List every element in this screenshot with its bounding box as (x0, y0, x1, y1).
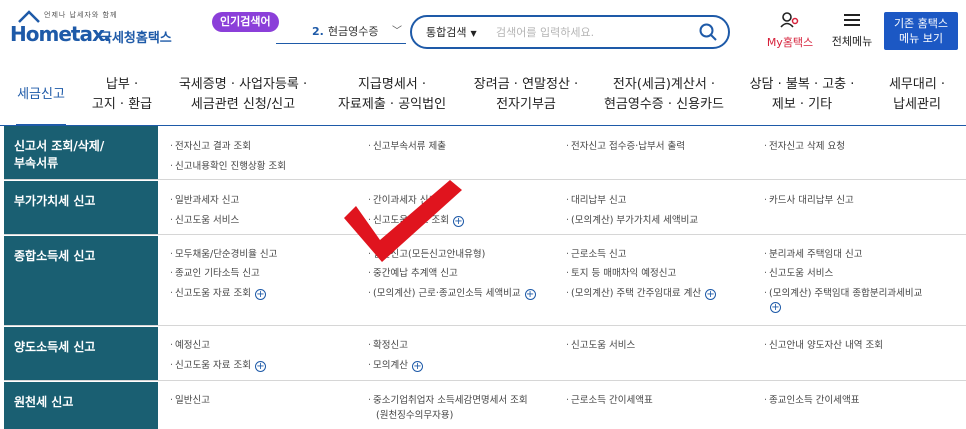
search-input[interactable] (496, 22, 686, 42)
logo-brand: Hometax. (10, 22, 111, 46)
menu-row: 종합소득세 신고 모두채움/단순경비율 신고 일반신고(모든신고안내유형) 근로… (4, 236, 966, 326)
link-general-taxpayer[interactable]: 일반과세자 신고 (170, 194, 239, 208)
link-land-trade[interactable]: 토지 등 매매차익 예정신고 (566, 267, 676, 281)
plus-circle-icon[interactable] (705, 289, 717, 300)
link-card-proxy-payment[interactable]: 카드사 대리납부 신고 (764, 194, 854, 208)
link-preliminary-filing[interactable]: 예정신고 (170, 339, 210, 353)
user-icon (780, 12, 799, 28)
link-receipt-print[interactable]: 전자신고 접수증·납부서 출력 (566, 140, 685, 154)
link-rental-separate[interactable]: 분리과세 주택임대 신고 (764, 248, 862, 262)
link-earned-religious-sim-label: (모의계산) 근로·종교인소득 세액비교 (373, 288, 521, 299)
my-hometax-button[interactable]: My홈택스 (760, 12, 820, 50)
logo-tagline: 언제나 납세자와 함께 (44, 11, 118, 19)
link-progress-status[interactable]: 신고내용확인 진행상황 조회 (170, 160, 286, 174)
row-links: 일반신고 중소기업취업자 소득세감면명세서 조회 (원천징수의무자용) 근로소득… (158, 382, 966, 429)
row-links: 전자신고 결과 조회 신고부속서류 제출 전자신고 접수증·납부서 출력 전자신… (158, 126, 966, 179)
link-earned-tax-table[interactable]: 근로소득 간이세액표 (566, 394, 653, 408)
link-help-data-label: 신고도움 자료 조회 (175, 288, 251, 299)
popular-search-badge: 인기검색어 (212, 12, 279, 32)
caret-down-icon: ▼ (470, 29, 477, 38)
red-checkmark-icon (344, 180, 462, 262)
popular-item-text: 현금영수증 (327, 25, 379, 38)
legacy-menu-button[interactable]: 기존 홈택스 메뉴 보기 (884, 12, 958, 50)
my-hometax-label: My홈택스 (766, 36, 814, 49)
legacy-menu-line2: 메뉴 보기 (899, 32, 943, 45)
nav-tax-agent[interactable]: 세무대리 · 납세관리 (874, 64, 960, 126)
link-sme-reduction[interactable]: 중소기업취업자 소득세감면명세서 조회 (368, 394, 528, 408)
row-title: 종합소득세 신고 (4, 236, 158, 325)
menu-row: 원천세 신고 일반신고 중소기업취업자 소득세감면명세서 조회 (원천징수의무자… (4, 382, 966, 429)
menu-row: 양도소득세 신고 예정신고 확정신고 신고도움 서비스 신고안내 양도자산 내역… (4, 327, 966, 381)
search-category-select[interactable]: 통합검색 ▼ (426, 24, 477, 40)
nav-certificates[interactable]: 국세증명 · 사업자등록 · 세금관련 신청/신고 (168, 64, 318, 126)
link-sme-reduction-sub: (원천징수의무자용) (376, 410, 454, 421)
logo-name: 국세청홈택스 (100, 31, 172, 46)
link-attachment-submit[interactable]: 신고부속서류 제출 (368, 140, 446, 154)
nav-incentives[interactable]: 장려금 · 연말정산 · 전자기부금 (464, 64, 588, 126)
plus-circle-icon[interactable] (255, 361, 266, 372)
legacy-menu-line1: 기존 홈택스 (893, 17, 949, 30)
link-deemed-rent-sim-label: (모의계산) 주택 간주임대료 계산 (571, 288, 702, 299)
nav-consultation[interactable]: 상담 · 불복 · 고충 · 제보 · 기타 (740, 64, 864, 126)
link-transfer-assets[interactable]: 신고안내 양도자산 내역 조회 (764, 339, 883, 353)
main-nav: 세금신고 납부 · 고지 · 환급 국세증명 · 사업자등록 · 세금관련 신청… (0, 64, 966, 127)
header: 언제나 납세자와 함께 Hometax. 국세청홈택스 인기검색어 2. 현금영수… (0, 0, 966, 60)
row-links: 예정신고 확정신고 신고도움 서비스 신고안내 양도자산 내역 조회 신고도움 … (158, 327, 966, 380)
link-prefilled[interactable]: 모두채움/단순경비율 신고 (170, 248, 277, 262)
link-simulation[interactable]: 모의계산 (368, 359, 423, 373)
row-title: 양도소득세 신고 (4, 327, 158, 380)
popular-search-item[interactable]: 2. 현금영수증 ﹀ (276, 20, 406, 44)
link-earned-religious-sim[interactable]: (모의계산) 근로·종교인소득 세액비교 (368, 287, 536, 301)
plus-circle-icon[interactable] (412, 361, 423, 372)
link-religious-tax-table[interactable]: 종교인소득 간이세액표 (764, 394, 859, 408)
link-interim-prepayment[interactable]: 중간예납 추계액 신고 (368, 267, 458, 281)
nav-e-invoice[interactable]: 전자(세금)계산서 · 현금영수증 · 신용카드 (594, 64, 734, 126)
nav-payment-statements[interactable]: 지급명세서 · 자료제출 · 공익법인 (326, 64, 458, 126)
link-deemed-rent-sim[interactable]: (모의계산) 주택 간주임대료 계산 (566, 287, 717, 301)
link-rental-compare-sim-label: (모의계산) 주택임대 종합분리과세비교 (769, 288, 923, 299)
link-help-data[interactable]: 신고도움 자료 조회 (170, 359, 266, 373)
link-proxy-payment[interactable]: 대리납부 신고 (566, 194, 626, 208)
link-filing-help[interactable]: 신고도움 서비스 (170, 214, 239, 228)
search-category-label: 통합검색 (426, 26, 467, 39)
plus-circle-icon[interactable] (770, 302, 781, 313)
link-delete-request[interactable]: 전자신고 삭제 요청 (764, 140, 845, 154)
search-icon[interactable] (698, 22, 718, 42)
row-title: 신고서 조회/삭제/ 부속서류 (4, 126, 158, 179)
menu-row: 신고서 조회/삭제/ 부속서류 전자신고 결과 조회 신고부속서류 제출 전자신… (4, 126, 966, 180)
link-filing-help-service[interactable]: 신고도움 서비스 (566, 339, 635, 353)
link-rental-compare-sim[interactable]: (모의계산) 주택임대 종합분리과세비교 (764, 287, 922, 313)
all-menu-button[interactable]: 전체메뉴 (826, 12, 878, 49)
link-earned-income[interactable]: 근로소득 신고 (566, 248, 626, 262)
nav-payment[interactable]: 납부 · 고지 · 환급 (80, 64, 164, 126)
link-vat-simulation[interactable]: (모의계산) 부가가치세 세액비교 (566, 214, 698, 228)
row-links: 모두채움/단순경비율 신고 일반신고(모든신고안내유형) 근로소득 신고 분리과… (158, 236, 966, 325)
chevron-down-icon[interactable]: ﹀ (392, 20, 402, 44)
hamburger-icon (844, 13, 860, 27)
link-religious-income[interactable]: 종교인 기타소득 신고 (170, 267, 260, 281)
row-title: 부가가치세 신고 (4, 181, 158, 234)
menu-row: 부가가치세 신고 일반과세자 신고 간이과세자 신고 대리납부 신고 카드사 대… (4, 181, 966, 235)
link-final-filing[interactable]: 확정신고 (368, 339, 408, 353)
link-e-filing-result[interactable]: 전자신고 결과 조회 (170, 140, 251, 154)
plus-circle-icon[interactable] (255, 289, 266, 300)
nav-tax-filing[interactable]: 세금신고 (6, 64, 76, 127)
popular-item-number: 2. (312, 25, 324, 38)
row-links: 일반과세자 신고 간이과세자 신고 대리납부 신고 카드사 대리납부 신고 신고… (158, 181, 966, 234)
all-menu-label: 전체메뉴 (831, 35, 873, 48)
link-help-data[interactable]: 신고도움 자료 조회 (170, 287, 266, 301)
plus-circle-icon[interactable] (524, 289, 536, 300)
link-help-data-label: 신고도움 자료 조회 (175, 360, 251, 371)
link-simulation-label: 모의계산 (373, 360, 408, 371)
row-title: 원천세 신고 (4, 382, 158, 429)
link-general-withholding[interactable]: 일반신고 (170, 394, 210, 408)
hometax-logo[interactable]: 언제나 납세자와 함께 Hometax. 국세청홈택스 (8, 8, 178, 52)
link-filing-help-service[interactable]: 신고도움 서비스 (764, 267, 833, 281)
search-box: 통합검색 ▼ (410, 15, 730, 49)
